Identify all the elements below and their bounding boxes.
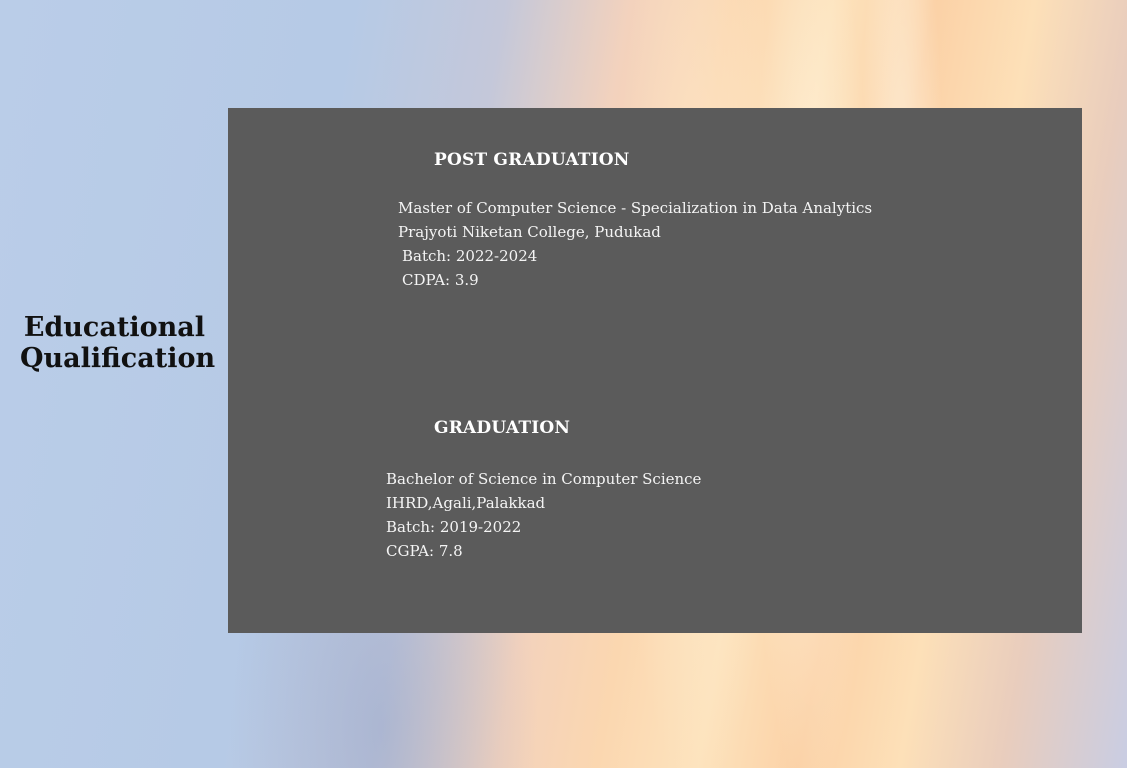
post-graduation-degree: Master of Computer Science - Specializat… [398,199,873,217]
section-heading-line-2: Qualification [20,343,216,374]
graduation-details: Bachelor of Science in Computer Science … [386,467,701,563]
section-heading-line-1: Educational [23,312,205,343]
graduation-score: CGPA: 7.8 [386,542,463,560]
education-panel: POST GRADUATION Master of Computer Scien… [228,108,1082,633]
post-graduation-batch: Batch: 2022-2024 [402,247,538,265]
post-graduation-details: Master of Computer Science - Specializat… [398,196,872,292]
post-graduation-title: POST GRADUATION [434,150,630,170]
graduation-institution: IHRD,Agali,Palakkad [386,494,546,512]
graduation-batch: Batch: 2019-2022 [386,518,522,536]
post-graduation-institution: Prajyoti Niketan College, Pudukad [398,223,661,241]
graduation-title: GRADUATION [434,418,571,438]
graduation-degree: Bachelor of Science in Computer Science [386,470,702,488]
post-graduation-score: CDPA: 3.9 [402,271,479,289]
section-heading: Educational Qualification [20,312,216,374]
